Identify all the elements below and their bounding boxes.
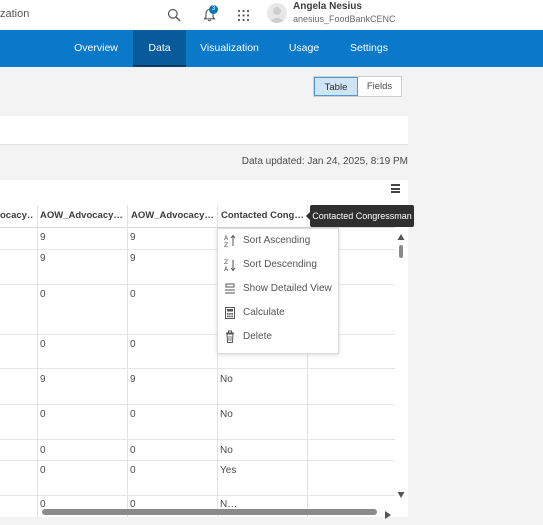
column-header[interactable]: AOW_Advocacy…: [40, 205, 126, 227]
svg-text:Z: Z: [224, 259, 228, 266]
calculate-menu-item[interactable]: Calculate: [218, 303, 338, 325]
table-cell[interactable]: 0: [130, 289, 136, 300]
table-cell[interactable]: 0: [40, 409, 46, 420]
table-view-button[interactable]: Table: [314, 77, 358, 96]
tab-visualization[interactable]: Visualization: [196, 30, 263, 67]
show-detailed-view-menu-item[interactable]: Show Detailed View: [218, 279, 338, 301]
table-cell[interactable]: No: [220, 409, 233, 420]
table-cell[interactable]: No: [220, 445, 233, 456]
user-name[interactable]: Angela Nesius: [293, 1, 362, 12]
table-cell[interactable]: No: [220, 374, 233, 385]
menu-item-label: Delete: [243, 331, 272, 342]
tab-settings[interactable]: Settings: [344, 30, 394, 67]
table-cell[interactable]: 9: [40, 232, 46, 243]
sort-ascending-menu-item[interactable]: AZ Sort Ascending: [218, 231, 338, 253]
svg-text:Z: Z: [224, 242, 228, 248]
table-cell[interactable]: 9: [130, 374, 136, 385]
table-cell[interactable]: 0: [40, 465, 46, 476]
table-cell[interactable]: Yes: [220, 465, 236, 476]
user-username: anesius_FoodBankCENC: [293, 14, 396, 24]
row-divider: [0, 439, 395, 440]
trash-icon: [224, 330, 236, 344]
column-header-contacted-congressman[interactable]: Contacted Cong…: [221, 205, 307, 227]
sort-ascending-icon: AZ: [224, 234, 236, 249]
table-cell[interactable]: 0: [40, 499, 46, 509]
view-toggle: Table Fields: [313, 76, 402, 97]
vertical-scrollbar[interactable]: [396, 232, 406, 500]
row-divider: [0, 368, 395, 369]
row-divider: [0, 495, 395, 496]
fields-view-button[interactable]: Fields: [358, 77, 401, 96]
avatar[interactable]: [267, 3, 287, 23]
search-icon[interactable]: [165, 6, 183, 24]
table-cell[interactable]: 9: [40, 374, 46, 385]
menu-item-label: Show Detailed View: [243, 283, 332, 294]
column-divider: [37, 205, 38, 517]
table-cell[interactable]: 9: [130, 253, 136, 264]
table-cell[interactable]: N…: [220, 499, 237, 509]
row-divider: [0, 404, 395, 405]
horizontal-scrollbar[interactable]: [42, 509, 377, 515]
item-nav-bar: Overview Data Visualization Usage Settin…: [0, 30, 543, 67]
top-header: zation 3 Angela Nesius anesius_FoodBankC…: [0, 0, 543, 30]
notifications-bell-icon[interactable]: 3: [200, 5, 218, 24]
table-cell[interactable]: 0: [40, 445, 46, 456]
table-cell[interactable]: 0: [40, 289, 46, 300]
svg-text:A: A: [224, 266, 229, 272]
app-title[interactable]: zation: [0, 8, 29, 20]
table-cell[interactable]: 0: [130, 339, 136, 350]
layer-selector-panel[interactable]: [0, 116, 408, 145]
table-cell[interactable]: 0: [130, 499, 136, 509]
column-name-tooltip: Contacted Congressman: [306, 205, 414, 227]
table-cell[interactable]: 0: [40, 339, 46, 350]
menu-item-label: Sort Descending: [243, 259, 317, 270]
row-divider: [0, 460, 395, 461]
data-updated-label: Data updated: Jan 24, 2025, 8:19 PM: [241, 156, 408, 167]
svg-text:A: A: [224, 235, 229, 242]
tab-overview[interactable]: Overview: [70, 30, 122, 67]
column-header[interactable]: ocacy…: [0, 205, 34, 227]
column-context-menu: AZ Sort Ascending ZA Sort Descending Sho…: [217, 228, 339, 354]
sort-descending-menu-item[interactable]: ZA Sort Descending: [218, 255, 338, 277]
table-cell[interactable]: 9: [130, 232, 136, 243]
table-cell[interactable]: 0: [130, 465, 136, 476]
table-cell[interactable]: 0: [130, 409, 136, 420]
table-cell[interactable]: 0: [130, 445, 136, 456]
tab-usage[interactable]: Usage: [283, 30, 325, 67]
menu-item-label: Sort Ascending: [243, 235, 311, 246]
table-row[interactable]: 0 0 N…: [0, 499, 395, 509]
delete-menu-item[interactable]: Delete: [218, 327, 338, 349]
table-cell[interactable]: 9: [40, 253, 46, 264]
app-launcher-icon[interactable]: [234, 6, 252, 24]
column-header[interactable]: AOW_Advocacy…: [131, 205, 215, 227]
detailed-view-icon: [224, 282, 236, 296]
tab-data[interactable]: Data: [133, 30, 186, 67]
menu-item-label: Calculate: [243, 307, 285, 318]
sort-descending-icon: ZA: [224, 258, 236, 273]
data-table: [0, 180, 408, 517]
notification-count-badge: 3: [209, 5, 218, 14]
scroll-right-arrow-icon[interactable]: [384, 507, 392, 525]
calculator-icon: [224, 306, 236, 320]
table-options-menu-icon[interactable]: [391, 184, 401, 194]
column-divider: [127, 205, 128, 517]
